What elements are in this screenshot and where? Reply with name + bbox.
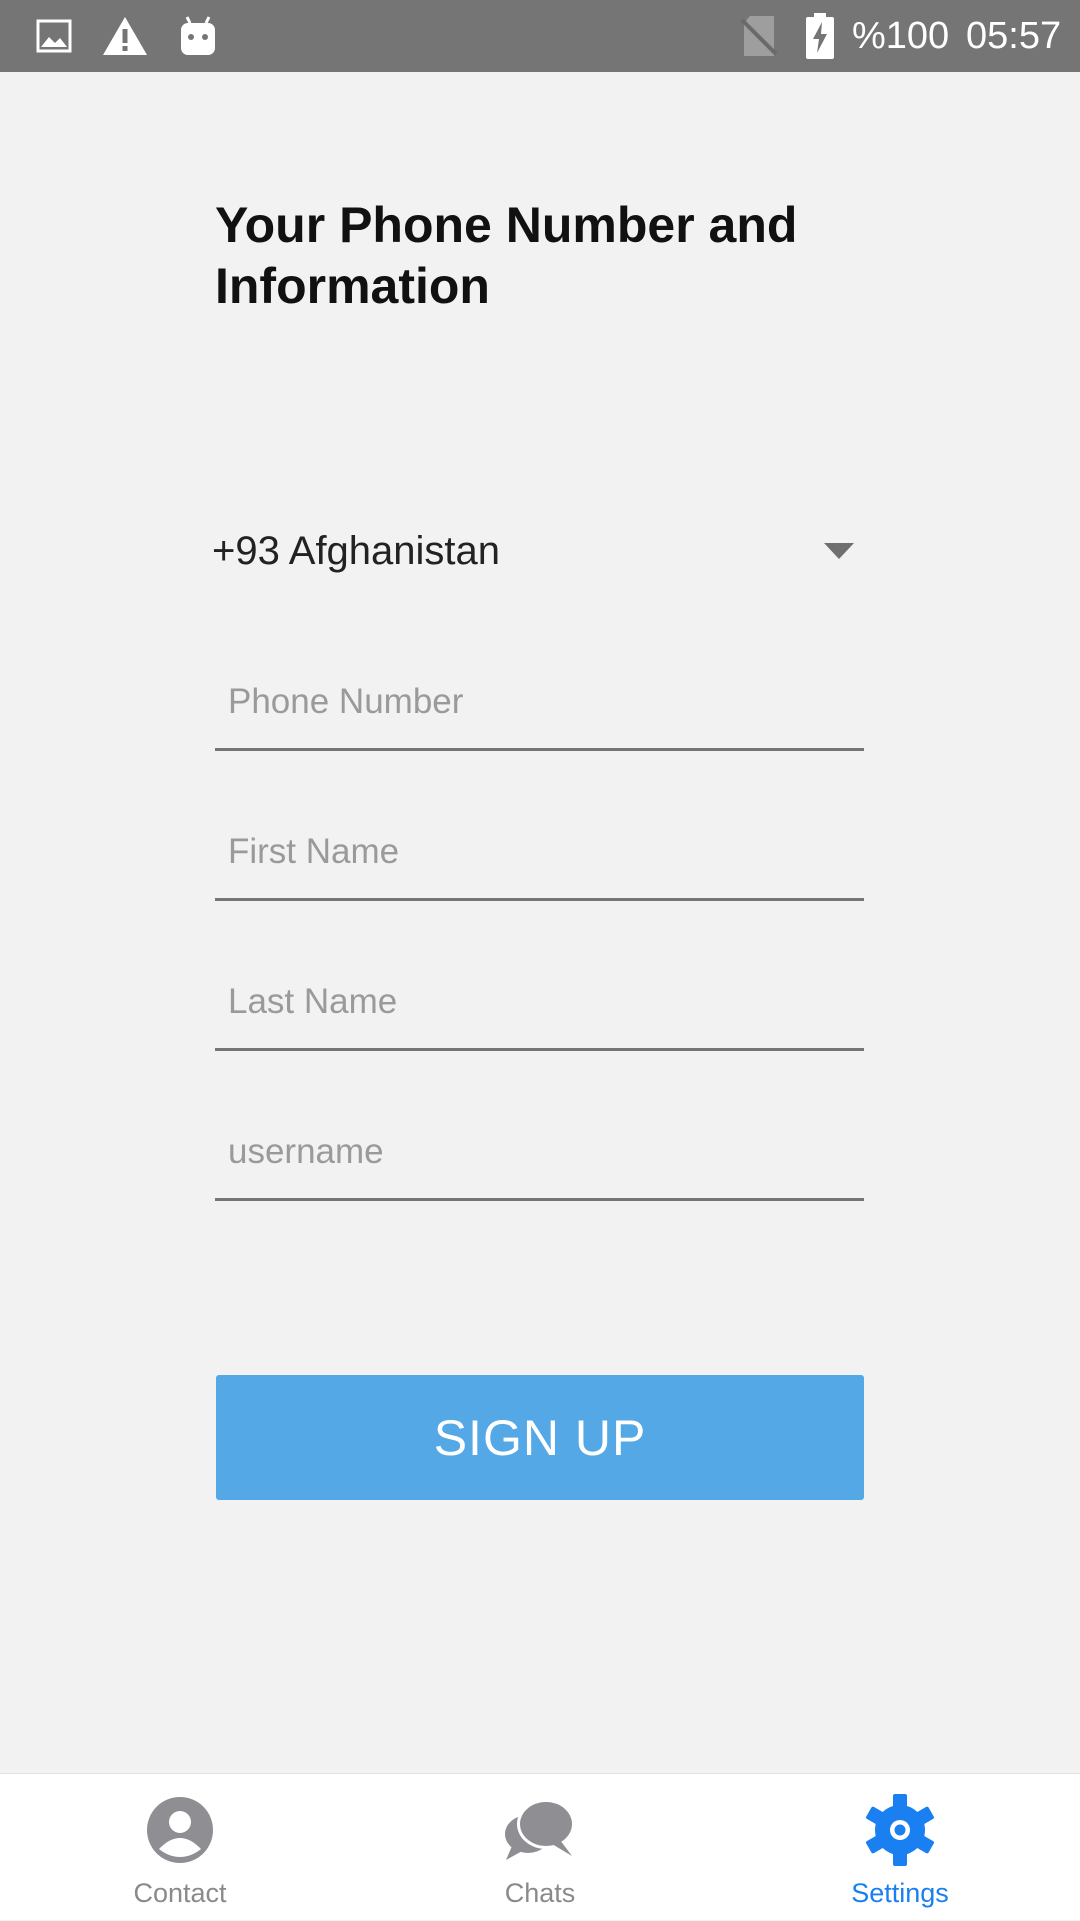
battery-percent: %100 <box>852 15 950 57</box>
username-field <box>215 1105 864 1201</box>
nav-item-settings[interactable]: Settings <box>780 1774 1020 1921</box>
nav-label-settings: Settings <box>851 1878 949 1908</box>
country-select-value: +93 Afghanistan <box>212 528 501 573</box>
country-select[interactable]: +93 Afghanistan <box>212 515 864 587</box>
phone-number-input[interactable] <box>215 655 864 749</box>
dropdown-caret-icon <box>822 541 856 561</box>
phone-number-field <box>215 655 864 751</box>
battery-charging-icon <box>804 0 836 72</box>
page-title: Your Phone Number and Information <box>215 197 798 314</box>
nav-label-contact: Contact <box>133 1878 227 1908</box>
status-bar: %100 05:57 <box>0 0 1080 72</box>
username-input[interactable] <box>215 1105 864 1199</box>
sign-up-button[interactable]: SIGN UP <box>216 1375 864 1500</box>
last-name-input[interactable] <box>215 955 864 1049</box>
person-icon <box>145 1792 215 1868</box>
nav-label-chats: Chats <box>504 1878 576 1908</box>
chat-bubbles-icon <box>502 1792 578 1868</box>
image-icon <box>34 0 74 72</box>
nav-item-chats[interactable]: Chats <box>420 1774 660 1921</box>
warning-icon <box>100 0 150 72</box>
bottom-navigation: Contact Chats Settings <box>0 1773 1080 1920</box>
gear-icon <box>862 1792 938 1868</box>
first-name-field <box>215 805 864 901</box>
last-name-field <box>215 955 864 1051</box>
android-icon <box>178 0 218 72</box>
first-name-input[interactable] <box>215 805 864 899</box>
nav-item-contact[interactable]: Contact <box>60 1774 300 1921</box>
clock: 05:57 <box>966 15 1062 57</box>
no-sim-icon <box>738 0 780 72</box>
